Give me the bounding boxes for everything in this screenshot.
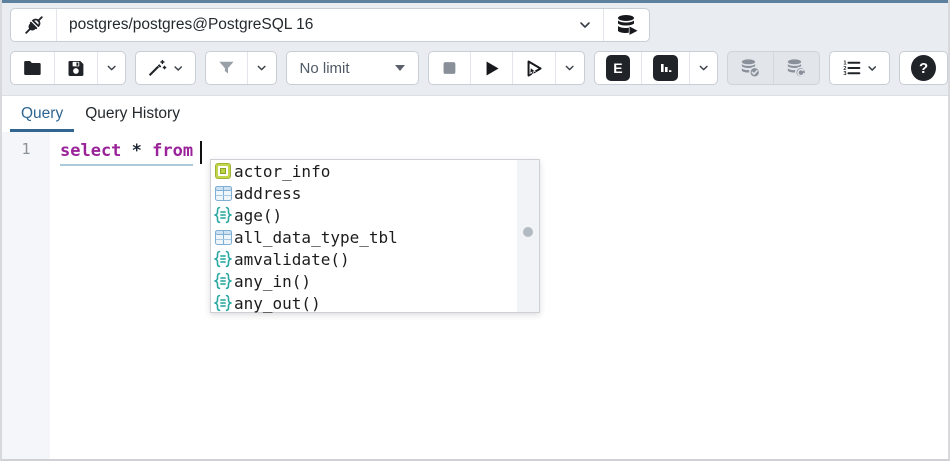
- autocomplete-item[interactable]: any_out(): [211, 292, 517, 314]
- query-tool-header: postgres/postgres@PostgreSQL 16: [2, 3, 948, 95]
- help-group: ?: [899, 51, 948, 85]
- autocomplete-list: actor_info address age() all_data_type_t…: [211, 160, 517, 312]
- save-file-button[interactable]: [54, 52, 97, 84]
- autocomplete-item[interactable]: all_data_type_tbl: [211, 226, 517, 248]
- connection-dropdown[interactable]: postgres/postgres@PostgreSQL 16: [57, 9, 603, 41]
- query-toolbar: No limit: [10, 51, 948, 85]
- scrollbar-thumb[interactable]: [523, 227, 533, 237]
- execute-button[interactable]: [470, 52, 513, 84]
- function-icon: [214, 250, 232, 268]
- filter-group: [205, 51, 276, 85]
- database-new-connection-icon: [615, 13, 639, 37]
- editor-tabbar: Query Query History: [2, 95, 948, 132]
- plug-disconnected-icon: [23, 14, 45, 36]
- macros-button[interactable]: 1 2 3: [830, 52, 889, 84]
- table-icon: [215, 230, 232, 245]
- connection-bar: postgres/postgres@PostgreSQL 16: [10, 8, 650, 42]
- code-line-1: select * from: [60, 138, 202, 166]
- edit-menu-button[interactable]: [136, 52, 195, 84]
- explain-icon: E: [606, 55, 631, 81]
- view-icon: [215, 163, 231, 179]
- autocomplete-item-label: any_out(): [234, 294, 321, 313]
- transaction-group: [727, 51, 820, 85]
- chevron-down-icon: [255, 61, 268, 75]
- explain-button[interactable]: E: [595, 52, 642, 84]
- sql-keyword: from: [152, 141, 193, 161]
- chevron-down-icon: [697, 61, 710, 75]
- commit-button[interactable]: [728, 52, 773, 84]
- function-icon: [214, 272, 232, 290]
- folder-open-icon: [22, 57, 43, 79]
- explain-group: E: [594, 51, 719, 85]
- execute-options-chevron[interactable]: [555, 52, 583, 84]
- explain-options-chevron[interactable]: [689, 52, 717, 84]
- table-icon: [215, 186, 232, 201]
- tab-query-history-label: Query History: [85, 105, 180, 123]
- autocomplete-item-label: all_data_type_tbl: [234, 228, 398, 247]
- tab-query[interactable]: Query: [10, 96, 74, 132]
- chevron-down-icon: [866, 62, 878, 75]
- chevron-down-icon: [105, 61, 118, 75]
- row-limit-value: No limit: [300, 60, 350, 77]
- connection-name: postgres/postgres@PostgreSQL 16: [69, 16, 577, 34]
- new-connection-button[interactable]: [603, 9, 649, 41]
- autocomplete-scrollbar[interactable]: [517, 160, 539, 312]
- help-button[interactable]: ?: [900, 52, 947, 84]
- commit-icon: [739, 56, 762, 80]
- macros-group: 1 2 3: [829, 51, 890, 85]
- autocomplete-item[interactable]: address: [211, 182, 517, 204]
- help-icon: ?: [911, 55, 936, 81]
- stop-button[interactable]: [429, 52, 470, 84]
- filter-options-chevron[interactable]: [247, 52, 275, 84]
- play-icon: [482, 58, 502, 79]
- autocomplete-item[interactable]: any_in(): [211, 270, 517, 292]
- macros-list-icon: 1 2 3: [841, 57, 862, 79]
- sql-statement: select * from: [60, 138, 193, 166]
- save-icon: [66, 58, 86, 79]
- function-icon: [214, 206, 232, 224]
- open-file-button[interactable]: [11, 52, 54, 84]
- autocomplete-item[interactable]: age(): [211, 204, 517, 226]
- autocomplete-popup: actor_info address age() all_data_type_t…: [210, 159, 540, 313]
- line-number-gutter: 1: [2, 132, 50, 461]
- autocomplete-item[interactable]: amvalidate(): [211, 248, 517, 270]
- tab-query-label: Query: [21, 105, 63, 123]
- file-group: [10, 51, 126, 85]
- autocomplete-item-label: any_in(): [234, 272, 311, 291]
- row-limit-select[interactable]: No limit: [286, 51, 419, 85]
- autocomplete-item-label: address: [234, 184, 301, 203]
- rollback-button[interactable]: [773, 52, 819, 84]
- text-cursor: [200, 141, 202, 164]
- tab-query-history[interactable]: Query History: [74, 96, 191, 132]
- stop-icon: [440, 58, 459, 78]
- edit-group: [135, 51, 196, 85]
- rollback-icon: [785, 56, 808, 80]
- filter-button[interactable]: [206, 52, 247, 84]
- execute-script-icon: [524, 58, 544, 79]
- select-caret-icon: [395, 65, 405, 71]
- function-icon: [214, 294, 232, 312]
- execute-script-button[interactable]: [512, 52, 555, 84]
- sql-operator: *: [132, 141, 142, 161]
- explain-analyze-chart-icon: [653, 55, 678, 81]
- explain-analyze-button[interactable]: [641, 52, 689, 84]
- autocomplete-item-label: amvalidate(): [234, 250, 350, 269]
- query-tool-window: postgres/postgres@PostgreSQL 16: [0, 0, 950, 461]
- chevron-down-icon: [563, 61, 576, 75]
- chevron-down-icon: [577, 17, 593, 33]
- sql-keyword: select: [60, 141, 121, 161]
- autocomplete-item[interactable]: actor_info: [211, 160, 517, 182]
- svg-text:3: 3: [843, 71, 847, 77]
- filter-icon: [217, 58, 236, 78]
- save-options-chevron[interactable]: [97, 52, 125, 84]
- line-number: 1: [2, 140, 50, 158]
- autocomplete-item-label: age(): [234, 206, 282, 225]
- autocomplete-item-label: actor_info: [234, 162, 330, 181]
- chevron-down-icon: [172, 62, 184, 75]
- execute-group: [428, 51, 585, 85]
- connection-status: [11, 9, 57, 41]
- magic-wand-icon: [147, 58, 167, 79]
